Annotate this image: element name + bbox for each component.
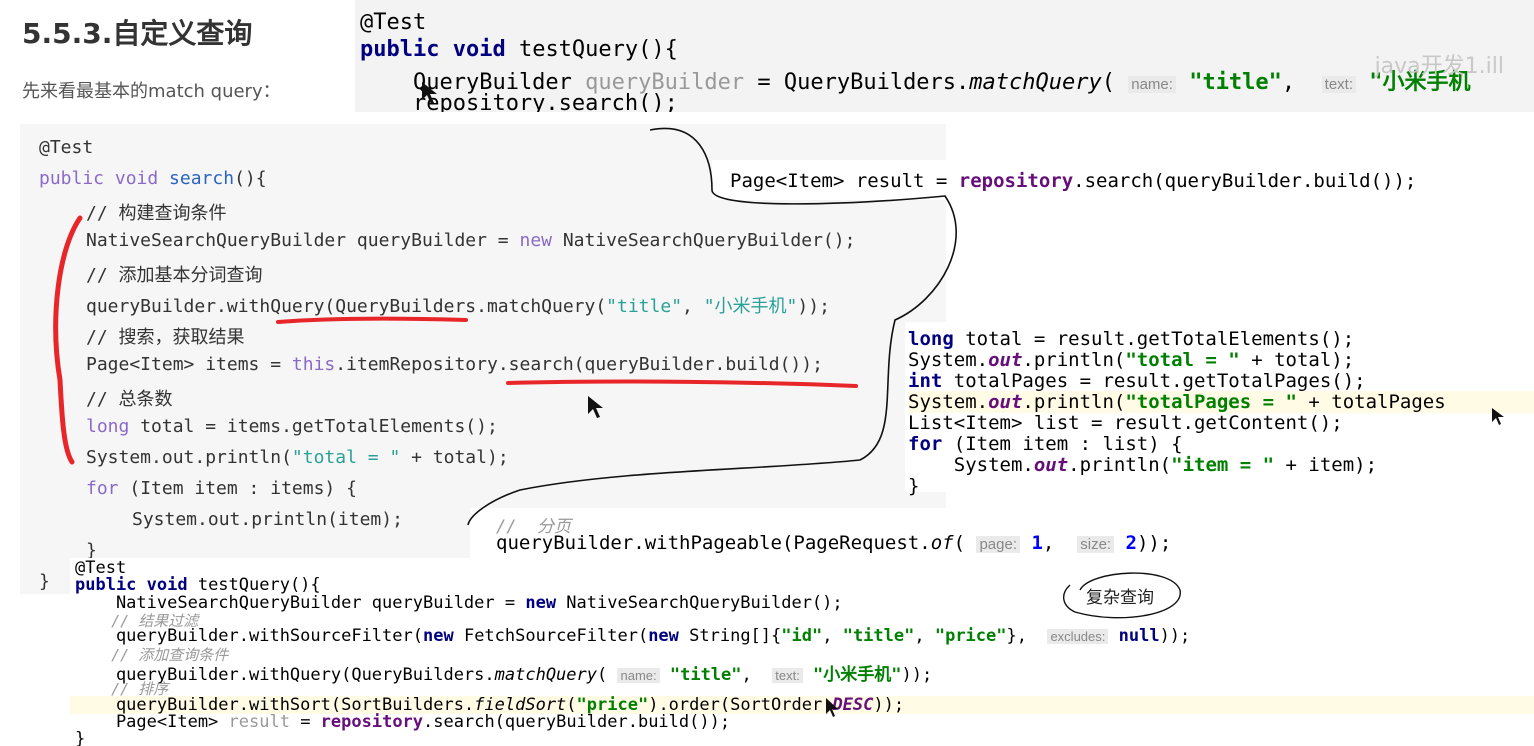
mouse-cursor-icon [422, 82, 437, 104]
mouse-cursor-icon [1492, 408, 1504, 425]
annotation-overlay [53, 82, 1504, 717]
handdrawn-bubble-annotation [467, 127, 957, 526]
red-underline-annotation [276, 316, 468, 324]
handdrawn-circle-annotation [1063, 572, 1181, 619]
mouse-cursor-icon [826, 698, 838, 717]
red-bracket-annotation [53, 215, 83, 465]
red-underline-annotation [506, 379, 858, 388]
mouse-cursor-icon [588, 396, 603, 418]
